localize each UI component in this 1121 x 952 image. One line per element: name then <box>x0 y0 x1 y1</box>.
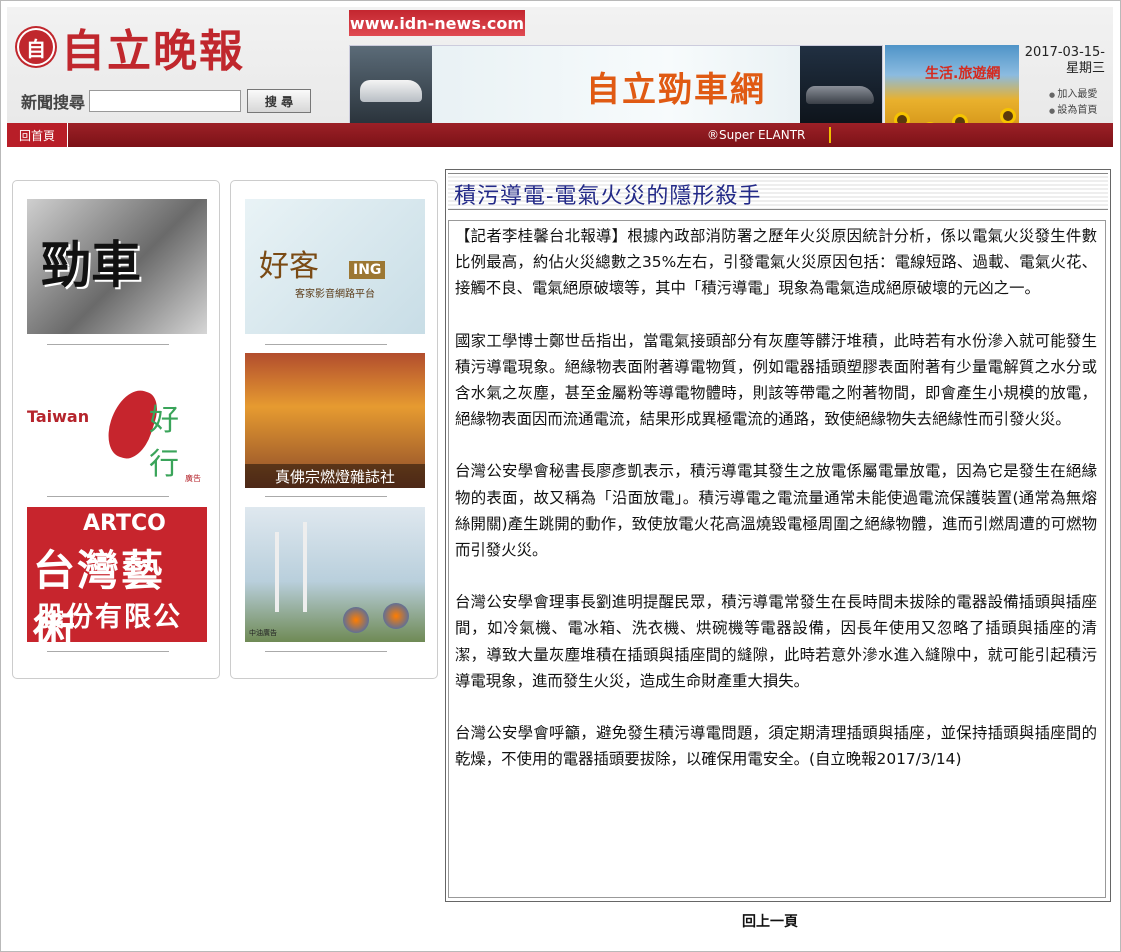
article: 積污導電-電氣火災的隱形殺手 【記者李桂馨台北報導】根據內政部消防署之歷年火災原… <box>445 169 1111 902</box>
taiwan-ad-en: Taiwan <box>27 407 90 426</box>
divider <box>265 651 387 652</box>
site-url-banner[interactable]: www.idn-news.com <box>349 10 525 36</box>
quick-links: 加入最愛 設為首頁 <box>1049 87 1097 119</box>
date-display: 2017-03-15- 星期三 <box>1023 45 1105 77</box>
taiwan-ad-cn: 好行 <box>149 403 179 482</box>
search-label: 新聞搜尋 <box>21 93 86 112</box>
car-photo-image <box>350 46 432 123</box>
article-body-box: 【記者李桂馨台北報導】根據內政部消防署之歷年火災原因統計分析，係以電氣火災發生件… <box>448 220 1106 898</box>
logo-text: 自立晚報 <box>61 26 245 77</box>
divider <box>47 344 169 345</box>
car-ad[interactable]: 勁車 <box>27 199 207 334</box>
hakka-ad-sub: 客家影音網路平台 <box>295 289 375 300</box>
taiwan-tour-bus-ad[interactable]: Taiwan 好行 廣告 <box>27 384 207 489</box>
back-link[interactable]: 回上一頁 <box>742 911 798 931</box>
search-input[interactable] <box>89 90 242 112</box>
divider <box>265 344 387 345</box>
travel-banner-title: 生活.旅遊網 <box>925 66 1001 82</box>
car-ad-text: 勁車 <box>41 235 141 294</box>
article-paragraph: 【記者李桂馨台北報導】根據內政部消防署之歷年火災原因統計分析，係以電氣火災發生件… <box>455 227 1097 298</box>
article-paragraph: 台灣公安學會秘書長廖彥凱表示，積污導電其發生之放電係屬電暈放電，因為它是發生在絕… <box>455 462 1097 560</box>
globe-icon <box>343 607 369 633</box>
artco-line2: 股份有限公司 <box>37 602 182 672</box>
artco-logo: ARTCO <box>83 511 166 536</box>
add-favorite-link[interactable]: 加入最愛 <box>1049 87 1097 103</box>
ad-column-right: 好客 ING 客家影音網路平台 真佛宗燃燈雜誌社 中油廣告 <box>230 180 438 679</box>
article-title-box: 積污導電-電氣火災的隱形殺手 <box>448 173 1108 210</box>
article-paragraph: 台灣公安學會呼籲，避免發生積污導電問題，須定期清理插頭與插座，並保持插頭與插座間… <box>455 724 1097 769</box>
sunflower-icon <box>1003 111 1013 121</box>
cpc-ad-label: 中油廣告 <box>249 629 277 637</box>
chimney-icon <box>275 532 279 612</box>
logo-mark-icon: 自 <box>19 30 53 64</box>
car-photo-image-2 <box>800 46 882 123</box>
search-button[interactable]: 搜 尋 <box>247 89 312 113</box>
car-banner-ad[interactable]: 自立勁車網 <box>349 45 883 124</box>
divider <box>265 496 387 497</box>
weekday-text: 星期三 <box>1065 61 1105 76</box>
divider <box>47 496 169 497</box>
hakka-ad-cn: 好客 <box>259 249 319 284</box>
article-title: 積污導電-電氣火災的隱形殺手 <box>454 184 762 209</box>
hakka-ad[interactable]: 好客 ING 客家影音網路平台 <box>245 199 425 334</box>
car-banner-title: 自立勁車網 <box>586 70 766 110</box>
artco-ad[interactable]: ARTCO 台灣藝術 股份有限公司 <box>27 507 207 672</box>
ad-tag: 廣告 <box>185 474 201 483</box>
temple-ad-caption: 真佛宗燃燈雜誌社 <box>245 464 425 488</box>
site-header: 自 自立晚報 新聞搜尋 搜 尋 www.idn-news.com 自立勁車網 生… <box>7 7 1113 147</box>
site-logo[interactable]: 自 自立晚報 <box>19 15 245 79</box>
divider <box>47 651 169 652</box>
article-body: 【記者李桂馨台北報導】根據內政部消防署之歷年火災原因統計分析，係以電氣火災發生件… <box>455 223 1097 798</box>
news-ticker[interactable]: ®Super ELANTR <box>707 123 831 147</box>
date-text: 2017-03-15- <box>1024 45 1105 60</box>
article-paragraph: 國家工學博士鄭世岳指出，當電氣接頭部分有灰塵等髒汙堆積，此時若有水份滲入就可能發… <box>455 331 1097 429</box>
cpc-ad[interactable]: 中油廣告 <box>245 507 425 642</box>
article-paragraph: 台灣公安學會理事長劉進明提醒民眾，積污導電常發生在長時間未拔除的電器設備插頭與插… <box>455 593 1097 690</box>
chimney-icon <box>303 522 307 612</box>
temple-magazine-ad[interactable]: 真佛宗燃燈雜誌社 <box>245 353 425 488</box>
hakka-ad-ing: ING <box>349 261 386 279</box>
ad-column-left: 勁車 Taiwan 好行 廣告 ARTCO 台灣藝術 股份有限公司 <box>12 180 220 679</box>
home-link[interactable]: 回首頁 <box>7 123 68 147</box>
set-homepage-link[interactable]: 設為首頁 <box>1049 103 1097 119</box>
nav-bar: 回首頁 ®Super ELANTR <box>7 123 1113 147</box>
globe-icon <box>383 603 409 629</box>
news-search: 新聞搜尋 搜 尋 <box>21 89 312 113</box>
